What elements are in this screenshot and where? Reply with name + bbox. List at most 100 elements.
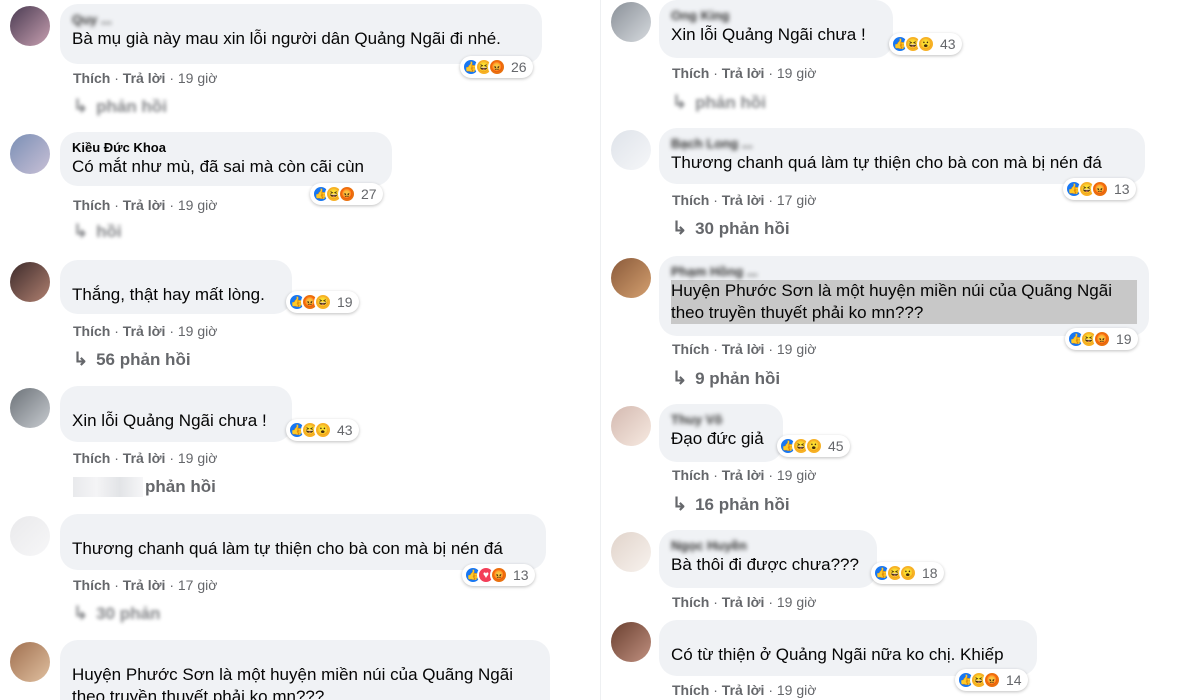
like-link[interactable]: Thích: [672, 341, 709, 357]
comment-text: Đạo đức giả: [671, 429, 764, 448]
commenter-name[interactable]: [72, 522, 534, 538]
view-replies-link[interactable]: ↳ 9 phản hồi: [672, 368, 780, 389]
reaction-count: 43: [940, 36, 956, 52]
comment-actions: Thích · Trả lời · 19 giờ: [73, 70, 218, 86]
like-link[interactable]: Thích: [672, 65, 709, 81]
reaction-summary[interactable]: 👍 😆 😡 13: [1063, 178, 1136, 200]
reply-link[interactable]: Trả lời: [123, 323, 166, 339]
reaction-summary[interactable]: 👍 😆 😮 45: [777, 435, 850, 457]
reply-link[interactable]: Trả lời: [123, 577, 166, 593]
comment-actions: Thích · Trả lời · 17 giờ: [73, 577, 218, 593]
view-replies-link[interactable]: ↳ phản hồi: [73, 96, 167, 117]
like-link[interactable]: Thích: [672, 192, 709, 208]
commenter-name[interactable]: Ong King: [671, 8, 881, 24]
like-link[interactable]: Thích: [672, 594, 709, 610]
reply-link[interactable]: Trả lời: [722, 467, 765, 483]
avatar[interactable]: [611, 130, 651, 170]
commenter-name[interactable]: Bạch Long ...: [671, 136, 1133, 152]
reaction-summary[interactable]: 👍 😆 😡 26: [460, 56, 533, 78]
avatar[interactable]: [10, 388, 50, 428]
view-replies-link[interactable]: ↳ hồi: [73, 221, 122, 242]
angry-reaction-icon: 😡: [490, 566, 508, 584]
like-link[interactable]: Thích: [672, 682, 709, 698]
reaction-summary[interactable]: 👍 😆 😮 43: [889, 33, 962, 55]
commenter-name[interactable]: Ngọc Huyền: [671, 538, 865, 554]
reaction-count: 45: [828, 438, 844, 454]
comment-time: 19 giờ: [177, 197, 218, 213]
comment-text: Xin lỗi Quảng Ngãi chưa !: [72, 411, 267, 430]
avatar[interactable]: [611, 532, 651, 572]
avatar[interactable]: [611, 2, 651, 42]
reply-link[interactable]: Trả lời: [123, 450, 166, 466]
reply-link[interactable]: Trả lời: [722, 341, 765, 357]
comment-bubble: Có từ thiện ở Quảng Ngãi nữa ko chị. Khi…: [659, 620, 1037, 676]
wow-reaction-icon: 😮: [314, 421, 332, 439]
like-link[interactable]: Thích: [672, 467, 709, 483]
reaction-summary[interactable]: 👍 😆 😡 19: [1065, 328, 1138, 350]
commenter-name[interactable]: Quy ...: [72, 12, 530, 28]
reaction-count: 18: [922, 565, 938, 581]
commenter-name[interactable]: Thuy Võ: [671, 412, 771, 428]
commenter-name[interactable]: [72, 268, 280, 284]
comment-bubble: Ong King Xin lỗi Quảng Ngãi chưa !: [659, 0, 893, 58]
reaction-count: 13: [513, 567, 529, 583]
reply-link[interactable]: Trả lời: [123, 197, 166, 213]
like-link[interactable]: Thích: [73, 323, 110, 339]
view-replies-link[interactable]: ↳ 56 phản hồi: [73, 349, 191, 370]
view-replies-link[interactable]: ↳ 16 phản hồi: [672, 494, 790, 515]
avatar[interactable]: [611, 622, 651, 662]
avatar[interactable]: [10, 262, 50, 302]
comment-actions: Thích · Trả lời · 19 giờ: [672, 341, 817, 357]
reply-arrow-icon: ↳: [73, 96, 89, 116]
reaction-summary[interactable]: 👍 ♥ 😡 13: [462, 564, 535, 586]
like-link[interactable]: Thích: [73, 70, 110, 86]
commenter-name[interactable]: [671, 628, 1025, 644]
reply-link[interactable]: Trả lời: [722, 65, 765, 81]
reply-link[interactable]: Trả lời: [722, 682, 765, 698]
comment-bubble: Thương chanh quá làm tự thiện cho bà con…: [60, 514, 546, 570]
comment-time: 19 giờ: [776, 594, 817, 610]
reaction-summary[interactable]: 👍 😡 😆 19: [286, 291, 359, 313]
wow-reaction-icon: 😮: [899, 564, 917, 582]
like-link[interactable]: Thích: [73, 197, 110, 213]
comment-text: Có từ thiện ở Quảng Ngãi nữa ko chị. Khi…: [671, 645, 1004, 664]
comment-text: Có mắt như mù, đã sai mà còn cãi cùn: [72, 157, 365, 176]
comment-actions: Thích · Trả lời · 19 giờ: [73, 450, 218, 466]
reaction-summary[interactable]: 👍 😆 😡 14: [955, 669, 1028, 691]
comment-time: 19 giờ: [177, 70, 218, 86]
reaction-summary[interactable]: 👍 😆 😡 27: [310, 183, 383, 205]
avatar[interactable]: [611, 406, 651, 446]
comment-bubble: Thắng, thật hay mất lòng.: [60, 260, 292, 314]
comment-actions: Thích · Trả lời · 19 giờ: [672, 594, 817, 610]
avatar[interactable]: [10, 642, 50, 682]
comment-actions: Thích · Trả lời · 19 giờ: [73, 197, 218, 213]
reply-link[interactable]: Trả lời: [123, 70, 166, 86]
commenter-name[interactable]: Kiều Đức Khoa: [72, 140, 380, 156]
reply-link[interactable]: Trả lời: [722, 192, 765, 208]
commenter-name[interactable]: Phạm Hồng ...: [671, 264, 1137, 280]
commenter-name[interactable]: [72, 394, 280, 410]
view-replies-link[interactable]: ↳ phản hồi: [672, 92, 766, 113]
comment-bubble: Huyện Phước Sơn là một huyện miền núi củ…: [60, 640, 550, 700]
view-replies-link[interactable]: ↳ 30 phản hồi: [672, 218, 790, 239]
avatar[interactable]: [10, 516, 50, 556]
angry-reaction-icon: 😡: [983, 671, 1001, 689]
like-link[interactable]: Thích: [73, 450, 110, 466]
comment-actions: Thích · Trả lời · 19 giờ: [672, 65, 817, 81]
avatar[interactable]: [10, 134, 50, 174]
avatar[interactable]: [10, 6, 50, 46]
reaction-summary[interactable]: 👍 😆 😮 18: [871, 562, 944, 584]
comment-text: Huyện Phước Sơn là một huyện miền núi củ…: [72, 665, 513, 700]
reply-arrow-icon: ↳: [672, 368, 688, 388]
view-replies-link[interactable]: ↳ 30 phản: [73, 603, 160, 624]
avatar[interactable]: [611, 258, 651, 298]
reaction-count: 43: [337, 422, 353, 438]
reply-arrow-icon: ↳: [672, 218, 688, 238]
like-link[interactable]: Thích: [73, 577, 110, 593]
reaction-summary[interactable]: 👍 😆 😮 43: [286, 419, 359, 441]
comment-text: Xin lỗi Quảng Ngãi chưa !: [671, 25, 866, 44]
commenter-name[interactable]: [72, 648, 538, 664]
comment-time: 19 giờ: [776, 682, 817, 698]
view-replies-link[interactable]: phản hồi: [145, 477, 216, 497]
reply-link[interactable]: Trả lời: [722, 594, 765, 610]
